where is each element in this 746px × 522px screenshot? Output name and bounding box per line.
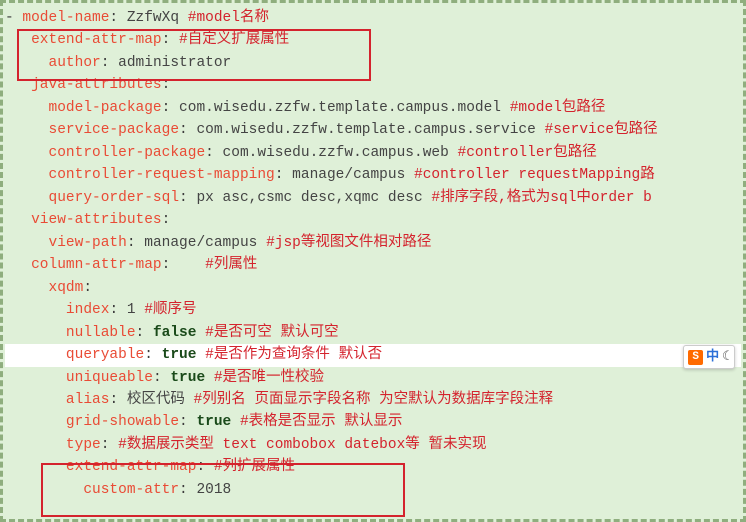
- code-line: queryable: true #是否作为查询条件 默认否: [5, 344, 741, 366]
- code-line: author: administrator: [5, 52, 741, 74]
- code-line: xqdm:: [5, 277, 741, 299]
- code-line: service-package: com.wisedu.zzfw.templat…: [5, 119, 741, 141]
- code-line: grid-showable: true #表格是否显示 默认显示: [5, 411, 741, 433]
- code-line: model-package: com.wisedu.zzfw.template.…: [5, 97, 741, 119]
- code-line: java-attributes:: [5, 74, 741, 96]
- code-line: extend-attr-map: #列扩展属性: [5, 456, 741, 478]
- code-line: - model-name: ZzfwXq #model名称: [5, 7, 741, 29]
- code-line: controller-package: com.wisedu.zzfw.camp…: [5, 142, 741, 164]
- ime-lang: 中: [706, 347, 719, 367]
- code-line: controller-request-mapping: manage/campu…: [5, 164, 741, 186]
- code-line: view-attributes:: [5, 209, 741, 231]
- code-line: extend-attr-map: #自定义扩展属性: [5, 29, 741, 51]
- code-line: nullable: false #是否可空 默认可空: [5, 322, 741, 344]
- code-line: custom-attr: 2018: [5, 479, 741, 501]
- code-line: type: #数据展示类型 text combobox datebox等 暂未实…: [5, 434, 741, 456]
- code-line: view-path: manage/campus #jsp等视图文件相对路径: [5, 232, 741, 254]
- code-line: index: 1 #顺序号: [5, 299, 741, 321]
- code-line: column-attr-map: #列属性: [5, 254, 741, 276]
- ime-mode-icon: ☾: [722, 347, 730, 367]
- code-line: query-order-sql: px asc,csmc desc,xqmc d…: [5, 187, 741, 209]
- code-line: alias: 校区代码 #列别名 页面显示字段名称 为空默认为数据库字段注释: [5, 389, 741, 411]
- sogou-icon: S: [688, 350, 703, 365]
- yaml-code-block: - model-name: ZzfwXq #model名称 extend-att…: [3, 3, 743, 503]
- ime-indicator[interactable]: S 中 ☾: [683, 345, 735, 369]
- code-line: uniqueable: true #是否唯一性校验: [5, 367, 741, 389]
